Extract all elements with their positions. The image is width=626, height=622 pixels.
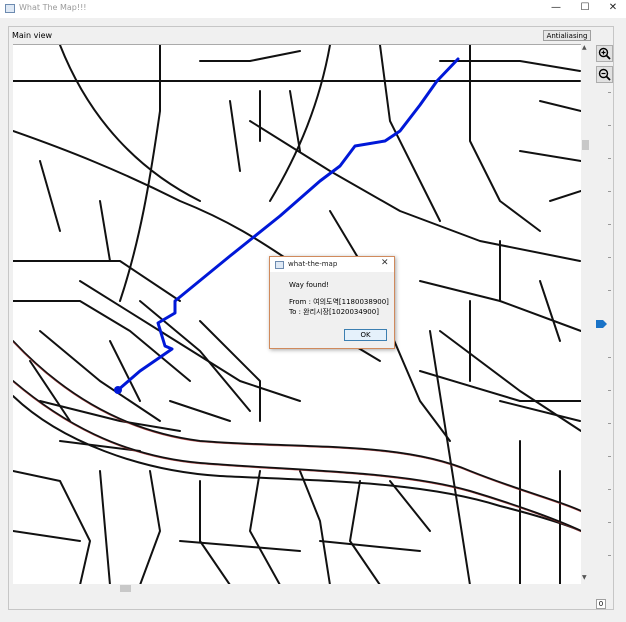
scroll-up-icon[interactable]: ▲: [582, 44, 587, 51]
dialog-close-button[interactable]: ✕: [381, 258, 389, 268]
dialog-title: what-the-map: [288, 260, 338, 268]
title-bar: What The Map!!! — ☐ ✕: [0, 0, 626, 18]
zoom-out-icon: [598, 68, 611, 81]
app-icon: [5, 4, 15, 13]
ok-button[interactable]: OK: [344, 329, 387, 341]
dialog-to-text: To : 완리시장[1020034900]: [289, 308, 379, 316]
zoom-slider-handle[interactable]: [596, 320, 607, 328]
way-found-dialog: what-the-map ✕ Way found! From : 여의도역[11…: [269, 256, 395, 349]
vertical-scroll-thumb[interactable]: [582, 140, 589, 150]
zoom-in-icon: [598, 47, 611, 60]
zoom-in-button[interactable]: [596, 45, 613, 62]
zoom-out-button[interactable]: [596, 66, 613, 83]
main-view-label: Main view: [12, 31, 53, 40]
dialog-message: Way found!: [289, 281, 330, 289]
dialog-app-icon: [275, 261, 284, 269]
maximize-button[interactable]: ☐: [570, 0, 600, 16]
vertical-scrollbar[interactable]: ▲ ▼: [581, 44, 590, 584]
window-title: What The Map!!!: [19, 3, 87, 12]
horizontal-scrollbar[interactable]: [13, 584, 581, 593]
zoom-level-display: 0: [596, 599, 606, 609]
minimize-button[interactable]: —: [541, 0, 571, 16]
scroll-down-icon[interactable]: ▼: [582, 574, 587, 581]
antialiasing-button[interactable]: Antialiasing: [543, 30, 591, 41]
dialog-from-text: From : 여의도역[1180038900]: [289, 298, 389, 306]
route-start-marker: [114, 386, 122, 394]
horizontal-scroll-thumb[interactable]: [120, 585, 131, 592]
close-button[interactable]: ✕: [598, 0, 626, 16]
dialog-title-bar: what-the-map ✕: [270, 257, 394, 272]
